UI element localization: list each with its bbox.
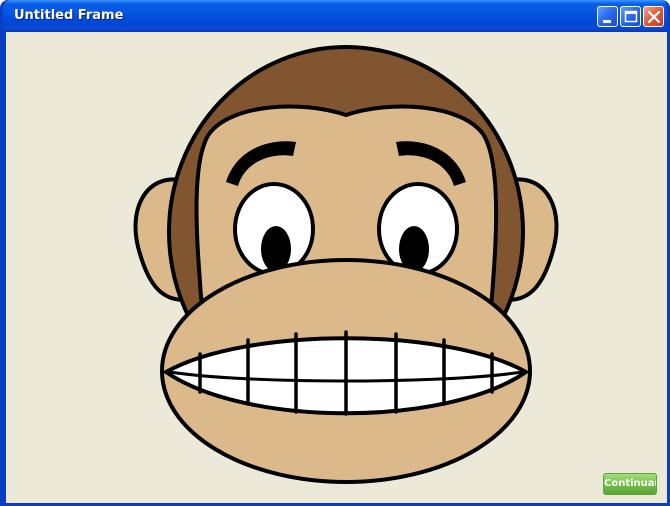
left-eye — [233, 182, 315, 276]
title-bar[interactable]: Untitled Frame — [3, 0, 667, 32]
right-eye — [377, 182, 459, 276]
window-client-area: Continuar — [6, 32, 667, 503]
continue-button[interactable]: Continuar — [603, 473, 657, 495]
window-title: Untitled Frame — [14, 8, 124, 23]
close-icon — [647, 10, 661, 24]
maximize-icon — [624, 10, 638, 23]
monkey-face-illustration — [133, 45, 559, 484]
minimize-icon — [603, 20, 611, 23]
app-window: Untitled Frame Continuar — [0, 0, 670, 506]
maximize-button[interactable] — [620, 6, 641, 27]
minimize-button[interactable] — [597, 6, 618, 27]
close-button[interactable] — [643, 6, 664, 27]
